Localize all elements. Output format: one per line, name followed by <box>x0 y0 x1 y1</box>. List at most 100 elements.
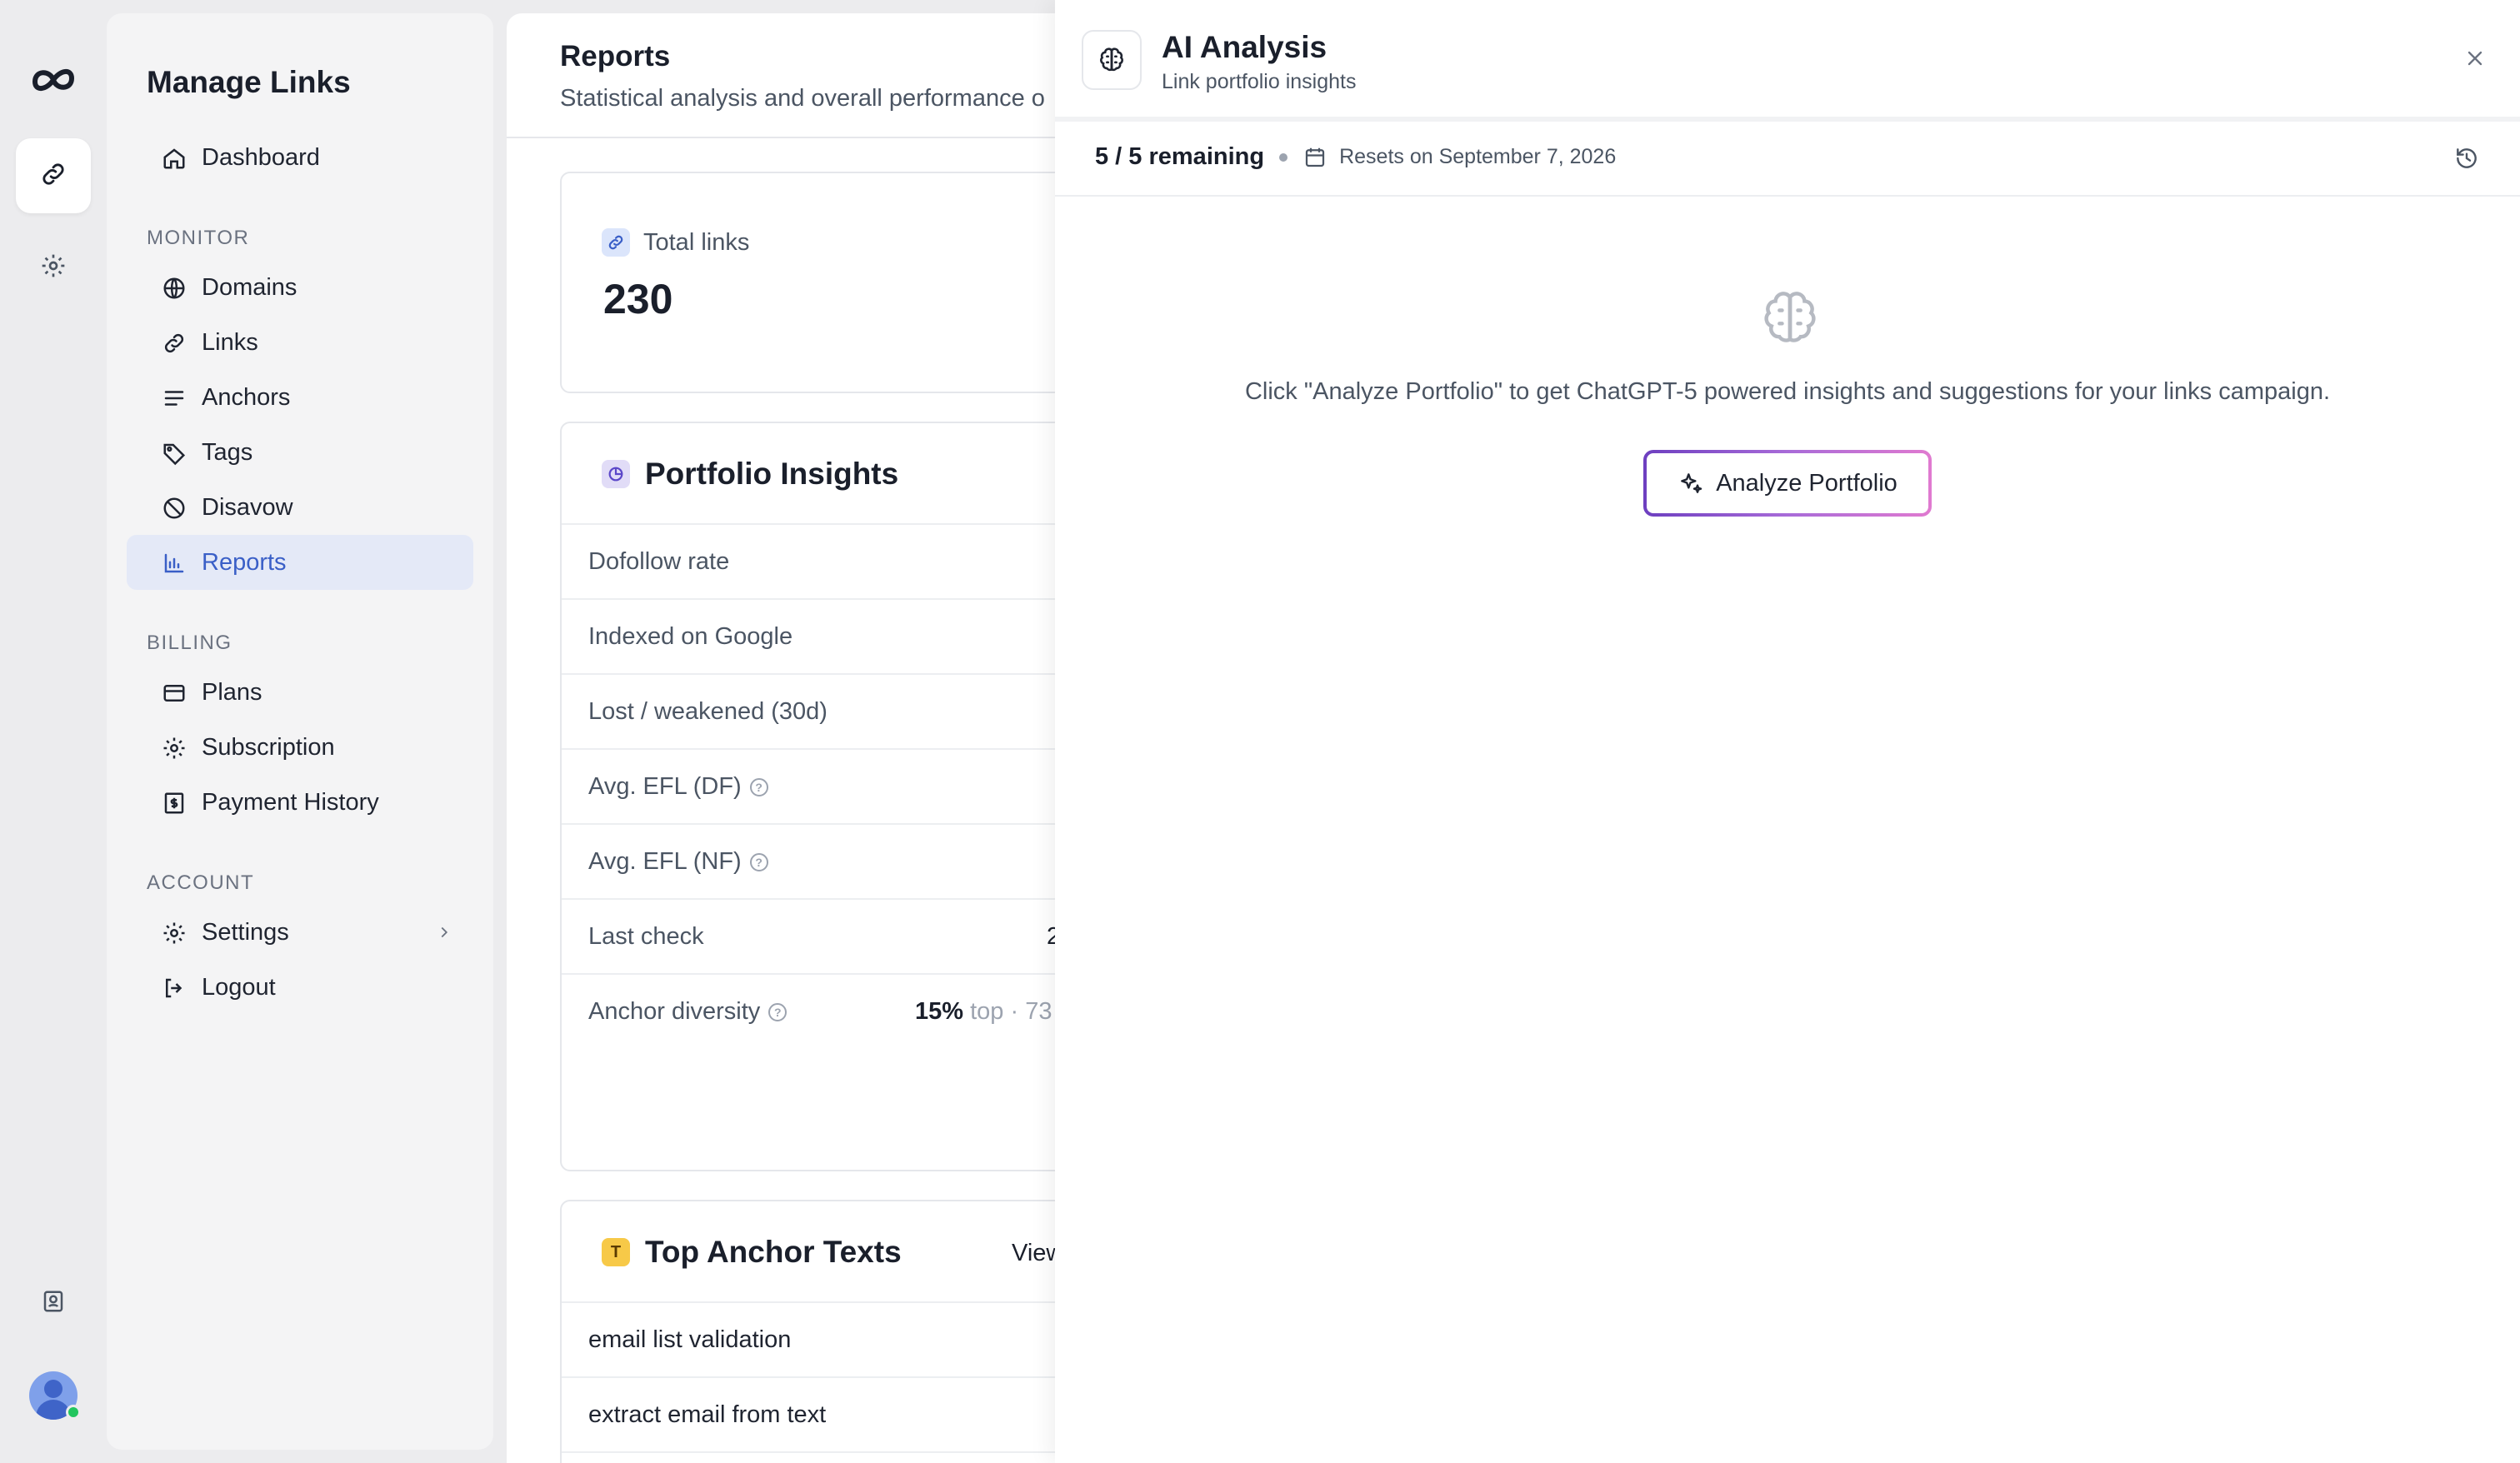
globe-icon <box>163 277 185 299</box>
links-rail-button[interactable] <box>16 138 91 213</box>
sidebar-item-tags[interactable]: Tags <box>127 425 473 480</box>
home-icon <box>163 148 185 169</box>
portfolio-insights-title: Portfolio Insights <box>645 457 899 491</box>
reset-date-text: Resets on September 7, 2026 <box>1339 145 1617 168</box>
brain-placeholder-icon <box>1758 287 1822 354</box>
insight-label-wrap: Anchor diversity ? <box>588 998 788 1026</box>
panel-header-divider <box>1055 117 2520 122</box>
link-icon <box>164 333 184 353</box>
close-icon[interactable] <box>2463 47 2487 74</box>
insight-label: Indexed on Google <box>588 623 793 650</box>
tag-icon <box>163 443 186 466</box>
sidebar-item-plans[interactable]: Plans <box>127 665 473 720</box>
sidebar-item-dashboard[interactable]: Dashboard <box>127 130 473 185</box>
sidebar-item-label: Dashboard <box>202 143 320 171</box>
sidebar-item-label: Anchors <box>202 383 291 411</box>
app-logo-icon[interactable] <box>28 55 78 105</box>
insight-label: Avg. EFL (DF) <box>588 773 742 800</box>
sidebar-item-label: Plans <box>202 678 262 706</box>
insight-value: 15% top · 73 <box>915 998 1052 1026</box>
gear-icon <box>163 922 185 944</box>
section-monitor-heading: MONITOR <box>147 227 250 249</box>
sidebar-item-payment-history[interactable]: Payment History <box>127 775 473 830</box>
bar-chart-icon <box>164 553 184 573</box>
help-icon[interactable]: ? <box>749 777 768 796</box>
usage-divider <box>1055 195 2520 197</box>
empty-state-text: Click "Analyze Portfolio" to get ChatGPT… <box>1244 378 2331 405</box>
sidebar-item-label: Domains <box>202 273 298 301</box>
settings-rail-button[interactable] <box>16 230 91 305</box>
gear-icon <box>163 737 185 759</box>
total-links-label: Total links <box>643 228 750 256</box>
page-subtitle: Statistical analysis and overall perform… <box>560 85 1045 112</box>
ban-icon <box>163 497 185 519</box>
online-status-indicator <box>66 1405 81 1420</box>
text-lines-icon <box>164 391 184 406</box>
sidebar-nav: Dashboard MONITOR Domains Links Anchors … <box>127 130 473 1015</box>
insight-label-wrap: Avg. EFL (DF) ? <box>588 773 768 801</box>
insight-label: Anchor diversity <box>588 998 761 1025</box>
insight-value-primary: 15% <box>915 998 964 1025</box>
link-badge-icon <box>602 228 630 257</box>
receipt-icon <box>164 792 184 814</box>
sidebar-item-label: Subscription <box>202 733 335 761</box>
insight-label: Avg. EFL (NF) <box>588 848 742 875</box>
sidebar-item-links[interactable]: Links <box>127 315 473 370</box>
sparkles-icon <box>1681 473 1702 493</box>
remaining-count: 5 / 5 remaining <box>1095 143 1265 170</box>
reset-info: Resets on September 7, 2026 <box>1302 145 1616 170</box>
sidebar-item-label: Links <box>202 328 258 356</box>
insight-value-secondary: top · 73 <box>970 998 1052 1025</box>
sidebar-item-label: Reports <box>202 548 287 576</box>
icon-rail <box>0 0 107 1463</box>
sidebar-item-disavow[interactable]: Disavow <box>127 480 473 535</box>
portfolio-insights-header: Portfolio Insights <box>602 457 898 492</box>
separator-dot <box>1279 152 1288 162</box>
logout-icon <box>166 978 182 998</box>
section-billing-heading: BILLING <box>147 632 232 654</box>
ai-analysis-panel: AI Analysis Link portfolio insights 5 / … <box>1055 0 2520 1463</box>
total-links-label-row: Total links <box>602 228 749 257</box>
insight-label: Last check <box>588 923 704 950</box>
total-links-value: 230 <box>603 276 673 322</box>
help-icon[interactable]: ? <box>768 1002 788 1021</box>
sidebar-item-subscription[interactable]: Subscription <box>127 720 473 775</box>
analyze-portfolio-button[interactable]: Analyze Portfolio <box>1643 450 1932 517</box>
insight-label-wrap: Avg. EFL (NF) ? <box>588 848 768 876</box>
insight-label: Dofollow rate <box>588 548 730 575</box>
sidebar-item-reports[interactable]: Reports <box>127 535 473 590</box>
sidebar-item-label: Disavow <box>202 493 293 521</box>
gear-icon <box>40 252 67 283</box>
anchor-text: extract email from text <box>588 1401 827 1428</box>
link-icon <box>39 160 68 192</box>
pie-chart-badge-icon <box>602 460 630 488</box>
brain-icon <box>1082 30 1142 90</box>
credit-card-icon <box>163 685 185 702</box>
sidebar-item-logout[interactable]: Logout <box>127 960 473 1015</box>
history-icon[interactable] <box>2453 145 2480 176</box>
panel-subtitle: Link portfolio insights <box>1162 70 1357 93</box>
sidebar-item-domains[interactable]: Domains <box>127 260 473 315</box>
insight-label: Lost / weakened (30d) <box>588 698 828 725</box>
sidebar-item-label: Settings <box>202 918 289 946</box>
sidebar-item-anchors[interactable]: Anchors <box>127 370 473 425</box>
help-icon[interactable]: ? <box>749 852 768 871</box>
calendar-icon <box>1305 147 1325 167</box>
usage-bar: 5 / 5 remaining Resets on September 7, 2… <box>1095 143 1616 171</box>
sidebar-item-label: Logout <box>202 973 276 1001</box>
top-anchor-texts-header: T Top Anchor Texts <box>602 1235 902 1270</box>
page-title: Reports <box>560 40 671 72</box>
text-badge-icon: T <box>602 1238 630 1266</box>
sidebar-item-label: Tags <box>202 438 253 466</box>
contacts-icon[interactable] <box>41 1289 66 1318</box>
top-anchor-texts-title: Top Anchor Texts <box>645 1235 902 1269</box>
panel-title: AI Analysis <box>1162 30 1328 64</box>
analyze-portfolio-label: Analyze Portfolio <box>1716 469 1898 497</box>
user-avatar[interactable] <box>29 1371 81 1420</box>
chevron-right-icon <box>441 926 448 938</box>
sidebar: Manage Links Dashboard MONITOR Domains L… <box>107 13 493 1450</box>
sidebar-item-settings[interactable]: Settings <box>127 905 473 960</box>
sidebar-item-label: Payment History <box>202 788 379 816</box>
sidebar-title: Manage Links <box>147 65 351 99</box>
anchor-text: email list validation <box>588 1326 792 1353</box>
